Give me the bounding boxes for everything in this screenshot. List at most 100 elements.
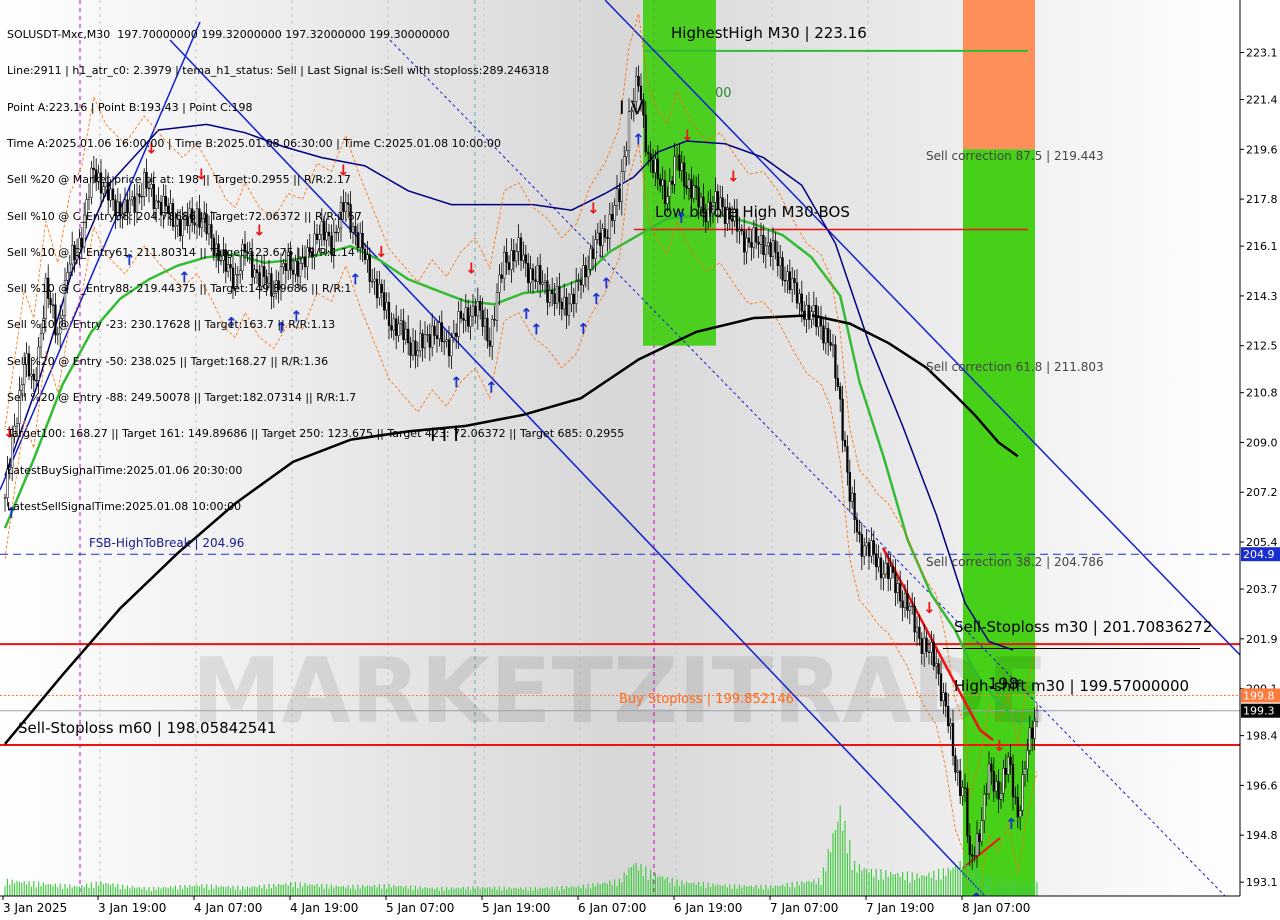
candle-body (1035, 710, 1039, 722)
candle-body (906, 593, 909, 611)
candle-body (966, 788, 969, 837)
candle-body (659, 178, 662, 186)
sell-signal-arrow: ↓ (923, 599, 936, 617)
y-tick-label: 214.3 (1246, 290, 1278, 303)
candle-body (1004, 767, 1007, 775)
candle-body (954, 755, 957, 773)
candle-body (795, 282, 799, 304)
candle-body (827, 328, 830, 343)
y-tick-label: 221.4 (1246, 94, 1278, 107)
point-c-label: 198 (988, 674, 1019, 693)
y-tick-label: 194.8 (1246, 829, 1278, 842)
candle-body (1021, 774, 1024, 811)
candle-body (980, 820, 983, 842)
candle-body (769, 242, 772, 258)
candle-body (788, 271, 791, 290)
candle-body (805, 304, 808, 320)
candle-body (891, 566, 895, 573)
candle-body (685, 185, 688, 189)
candle-body (923, 637, 926, 654)
candle-body (776, 252, 779, 266)
fsb-label: FSB-HighToBreak | 204.96 (89, 536, 244, 550)
x-tick-label: 5 Jan 19:00 (482, 901, 550, 915)
candle-body (671, 181, 674, 185)
candle-body (687, 179, 691, 189)
y-tick-label: 193.1 (1246, 876, 1278, 889)
y-tick-label: 203.7 (1246, 583, 1278, 596)
chart-window: MARKETZITRADE HighestHigh M30 | 223.16 Lo… (0, 0, 1280, 920)
info-line: Sell %20 @ Market price or at: 198 || Ta… (7, 173, 351, 187)
candle-body (851, 492, 854, 502)
candle-body (791, 278, 794, 290)
candle-body (759, 235, 763, 245)
candle-body (1028, 727, 1031, 751)
candle-body (1011, 764, 1015, 798)
y-tick-label: 209.0 (1246, 436, 1278, 449)
candle-body (793, 278, 796, 283)
candle-body (1033, 721, 1036, 739)
candle-body (771, 240, 775, 258)
info-line: Sell %20 @ Entry -50: 238.025 || Target:… (7, 354, 329, 368)
price-tag-label: 199.8 (1243, 690, 1275, 703)
candle-body (951, 723, 955, 757)
candle-body (1031, 727, 1034, 739)
info-line: Sell %10 @ C_Entry61: 211.80314 || Targe… (7, 245, 355, 259)
buy-signal-arrow: ↑ (1005, 815, 1018, 833)
candle-body (800, 293, 803, 312)
candle-body (683, 162, 686, 187)
y-tick-label: 207.2 (1246, 486, 1278, 499)
candle-body (810, 311, 813, 320)
candle-body (877, 557, 880, 568)
sell-correction-618-label: Sell correction 61.8 | 211.803 (926, 360, 1104, 374)
x-tick-label: 4 Jan 19:00 (290, 901, 358, 915)
candle-body (872, 540, 875, 555)
candle-body (956, 770, 959, 773)
info-line: LatestSellSignalTime:2025.01.08 10:00:00 (7, 499, 242, 513)
candle-body (625, 150, 628, 157)
y-tick-label: 196.6 (1246, 779, 1278, 792)
candle-body (875, 553, 878, 568)
candle-body (654, 158, 657, 173)
info-line: Point A:223.16 | Point B:193.43 | Point … (7, 100, 253, 114)
candle-body (848, 471, 851, 502)
candle-body (939, 673, 943, 702)
candle-body (738, 229, 741, 232)
candle-body (841, 398, 844, 441)
candle-body (1026, 750, 1029, 770)
candle-body (637, 75, 640, 87)
candle-body (839, 386, 842, 400)
y-tick-label: 223.1 (1246, 47, 1278, 60)
candle-body (853, 492, 856, 520)
info-line: Sell %10 @ Entry -23: 230.17628 || Targe… (7, 318, 336, 332)
candle-body (999, 793, 1003, 800)
candle-body (889, 566, 892, 579)
candle-body (767, 242, 770, 247)
candle-body (745, 237, 748, 253)
sell-signal-arrow: ↓ (993, 737, 1006, 755)
candle-body (903, 593, 907, 608)
zone-label-00: 00 (715, 86, 732, 101)
candle-body (1023, 768, 1027, 775)
candle-body (668, 181, 671, 197)
candle-body (815, 305, 818, 328)
candle-body (961, 787, 964, 796)
candle-body (680, 162, 683, 171)
candle-body (918, 626, 921, 639)
info-line: Sell %20 @ Entry -88: 249.50078 || Targe… (7, 391, 357, 404)
candle-body (714, 191, 717, 203)
sell-correction-875-label: Sell correction 87.5 | 219.443 (926, 149, 1104, 163)
candle-body (740, 229, 743, 232)
y-tick-label: 205.4 (1246, 536, 1278, 549)
candle-body (935, 663, 938, 667)
x-tick-label: 6 Jan 19:00 (674, 901, 742, 915)
sell-signal-arrow: ↓ (727, 167, 740, 185)
candle-body (747, 237, 751, 243)
candle-body (824, 328, 827, 344)
x-tick-label: 7 Jan 19:00 (866, 901, 934, 915)
candle-body (779, 257, 782, 266)
candle-body (675, 154, 679, 157)
candle-body (932, 642, 935, 667)
candle-body (990, 763, 993, 772)
info-line: Sell %10 @ C_Entry88: 219.44375 || Targe… (7, 282, 352, 296)
candle-body (927, 651, 931, 653)
